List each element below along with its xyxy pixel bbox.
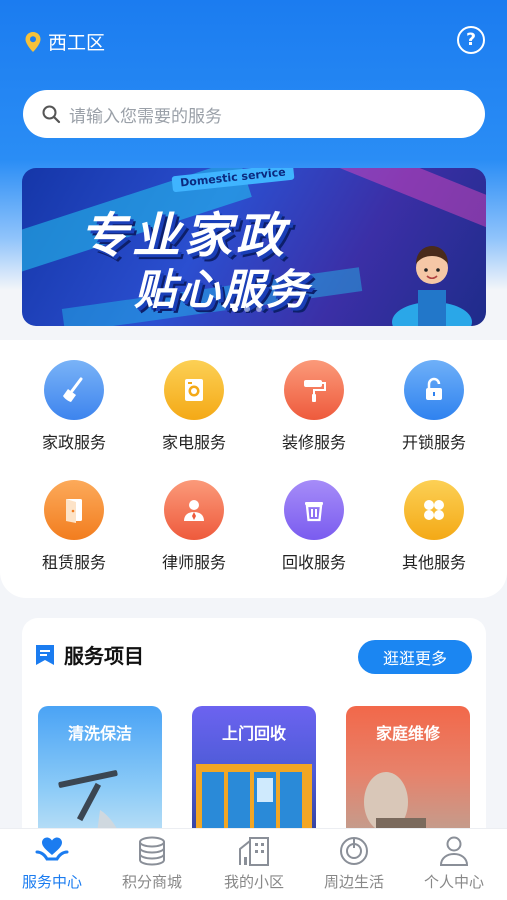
pagination-dot[interactable] [256, 306, 262, 312]
project-card-cleaning[interactable]: 清洗保洁 [38, 706, 162, 848]
section-title: 服务项目 [64, 644, 144, 668]
tab-label: 个人中心 [423, 873, 484, 891]
section-header: 服务项目 [34, 640, 144, 669]
compass-icon [340, 837, 368, 865]
service-other[interactable]: 其他服务 [374, 480, 494, 573]
tab-label: 周边生活 [323, 873, 384, 891]
pagination-dot[interactable] [232, 306, 238, 312]
search-input[interactable]: 请输入您需要的服务 [23, 90, 485, 138]
service-label: 开锁服务 [401, 433, 466, 452]
user-icon [439, 836, 469, 866]
search-placeholder: 请输入您需要的服务 [69, 106, 222, 127]
banner-subheadline: 贴心服务 [134, 265, 311, 314]
question-circle-icon[interactable]: ? [457, 26, 485, 54]
service-grid: 家政服务 家电服务 装修服务 开锁服务 租赁服务 律师服务 回收服务 其他服务 [0, 340, 507, 598]
service-renovation[interactable]: 装修服务 [254, 360, 374, 453]
tab-label: 积分商城 [121, 873, 182, 891]
more-button[interactable]: 逛逛更多 [358, 640, 472, 674]
promo-banner[interactable]: Domestic service 专业家政 贴心服务 [22, 168, 486, 326]
recycle-bin-icon [284, 480, 344, 540]
project-card-recycle[interactable]: 上门回收 [192, 706, 316, 848]
service-label: 家政服务 [41, 433, 106, 452]
search-icon [42, 105, 61, 124]
service-recycle[interactable]: 回收服务 [254, 480, 374, 573]
pagination-dot[interactable] [244, 306, 250, 312]
coins-stack-icon [139, 836, 165, 866]
location-name: 西工区 [48, 32, 106, 54]
service-label: 回收服务 [281, 553, 346, 572]
tab-label: 服务中心 [21, 873, 82, 891]
paint-roller-icon [284, 360, 344, 420]
heart-hands-icon [35, 837, 69, 861]
service-label: 律师服务 [161, 553, 226, 572]
top-bar: 西工区 ? [0, 22, 507, 62]
window-squeegee-illustration [58, 770, 127, 848]
building-icon [239, 837, 269, 866]
tab-personal-center[interactable]: 个人中心 [404, 835, 504, 892]
service-label: 租赁服务 [41, 553, 106, 572]
service-label: 其他服务 [401, 553, 466, 572]
unlock-icon [404, 360, 464, 420]
project-card-repair[interactable]: 家庭维修 [346, 706, 470, 848]
service-housekeeping[interactable]: 家政服务 [14, 360, 134, 453]
banner-decoration [284, 168, 486, 229]
bottom-tab-bar: 服务中心 积分商城 我的小区 周边生活 个人中心 [0, 828, 507, 900]
bookmark-icon [36, 644, 54, 665]
service-rental[interactable]: 租赁服务 [14, 480, 134, 573]
broom-icon [44, 360, 104, 420]
door-icon [44, 480, 104, 540]
grid-icon [404, 480, 464, 540]
washing-machine-icon [164, 360, 224, 420]
repair-worker-illustration [364, 772, 466, 848]
recycle-machine-illustration [196, 764, 312, 848]
tab-my-community[interactable]: 我的小区 [204, 835, 304, 892]
tab-label: 我的小区 [223, 873, 284, 891]
service-projects-section: 服务项目 逛逛更多 清洗保洁 上门回收 家庭维修 [22, 618, 486, 848]
banner-pagination [232, 306, 262, 312]
service-appliance[interactable]: 家电服务 [134, 360, 254, 453]
service-label: 家电服务 [161, 433, 226, 452]
lawyer-icon [164, 480, 224, 540]
service-unlock[interactable]: 开锁服务 [374, 360, 494, 453]
location-selector[interactable]: 西工区 [24, 28, 105, 55]
service-label: 装修服务 [281, 433, 346, 452]
tab-points-mall[interactable]: 积分商城 [102, 835, 202, 892]
tab-nearby-life[interactable]: 周边生活 [304, 835, 404, 892]
tab-service-center[interactable]: 服务中心 [2, 835, 102, 892]
service-lawyer[interactable]: 律师服务 [134, 480, 254, 573]
location-pin-icon [25, 31, 41, 52]
housekeeper-illustration [392, 246, 472, 326]
